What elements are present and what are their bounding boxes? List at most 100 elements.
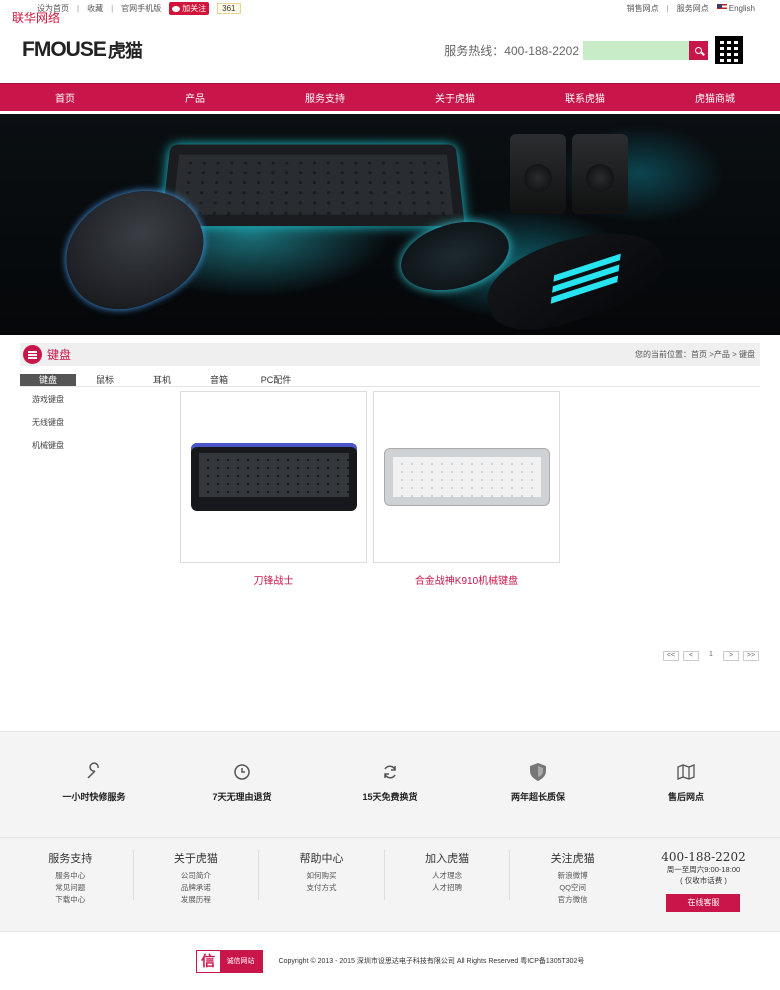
logo-text: FMOUSE bbox=[22, 38, 107, 61]
footer-link[interactable]: 官方微信 bbox=[510, 894, 635, 906]
tab-mouse[interactable]: 鼠标 bbox=[77, 374, 133, 386]
footer-link[interactable]: 新浪微博 bbox=[510, 870, 635, 882]
tab-headset[interactable]: 耳机 bbox=[134, 374, 190, 386]
footer-link[interactable]: 人才招聘 bbox=[385, 882, 510, 894]
product-card[interactable]: 合金战神K910机械键盘 bbox=[373, 391, 560, 587]
feature-item[interactable]: 一小时快修服务 bbox=[24, 760, 164, 837]
footer-charge-note: ( 仅收市话费 ) bbox=[680, 876, 727, 885]
footer-column-follow: 关注虎猫 新浪微博 QQ空间 官方微信 bbox=[510, 850, 635, 904]
nav-item-support[interactable]: 服务支持 bbox=[260, 90, 390, 105]
feature-label: 15天免费换货 bbox=[362, 792, 418, 802]
footer-column-join: 加入虎猫 人才理念 人才招聘 bbox=[385, 850, 511, 900]
divider: | bbox=[111, 4, 114, 13]
service-features: 一小时快修服务 7天无理由退货 15天免费换货 两年超长质保 售后网点 bbox=[0, 731, 780, 837]
tab-keyboard[interactable]: 键盘 bbox=[20, 374, 76, 386]
footer-link[interactable]: 常见问题 bbox=[8, 882, 133, 894]
category-tabs: 键盘 鼠标 耳机 音箱 PC配件 bbox=[20, 374, 760, 387]
footer-column-title: 服务支持 bbox=[48, 853, 93, 865]
main-nav: 首页 产品 服务支持 关于虎猫 联系虎猫 虎猫商城 bbox=[0, 83, 780, 111]
banner-mouse-image bbox=[477, 213, 673, 335]
footer-link[interactable]: 如何购买 bbox=[259, 870, 384, 882]
footer-link[interactable]: 发展历程 bbox=[134, 894, 259, 906]
nav-item-mall[interactable]: 虎猫商城 bbox=[650, 90, 780, 105]
feature-item[interactable]: 7天无理由退货 bbox=[172, 760, 312, 837]
banner-speaker-image bbox=[510, 134, 566, 214]
current-page[interactable]: 1 bbox=[703, 651, 719, 661]
english-label: English bbox=[728, 4, 755, 13]
nav-item-home[interactable]: 首页 bbox=[0, 90, 130, 105]
shield-icon bbox=[468, 760, 608, 784]
sales-outlets-link[interactable]: 销售网点 bbox=[627, 3, 659, 14]
nav-item-contact[interactable]: 联系虎猫 bbox=[520, 90, 650, 105]
mobile-site-link[interactable]: 官网手机版 bbox=[121, 3, 161, 14]
tab-speaker[interactable]: 音箱 bbox=[191, 374, 247, 386]
favorite-link[interactable]: 收藏 bbox=[87, 3, 103, 14]
copyright-text: Copyright © 2013 - 2015 深圳市设思达电子科技有限公司 A… bbox=[278, 958, 585, 965]
prev-page-button[interactable]: < bbox=[683, 651, 699, 661]
tab-pc-accessories[interactable]: PC配件 bbox=[248, 374, 304, 386]
trust-icon: 信 bbox=[196, 950, 220, 972]
banner-speaker-image bbox=[572, 134, 628, 214]
subcategory-wireless-keyboard[interactable]: 无线键盘 bbox=[32, 417, 64, 440]
feature-item[interactable]: 售后网点 bbox=[616, 760, 756, 837]
watermark-text: 联华网络 bbox=[12, 11, 61, 25]
product-image[interactable] bbox=[180, 391, 367, 563]
online-service-button[interactable]: 在线客服 bbox=[666, 894, 741, 912]
copyright-bar: 信 诚信网站 Copyright © 2013 - 2015 深圳市设思达电子科… bbox=[0, 931, 780, 990]
section-header: 键盘 您的当前位置：首页 >产品 > 键盘 bbox=[20, 343, 760, 366]
footer-link[interactable]: 支付方式 bbox=[259, 882, 384, 894]
pagination: << < 1 > >> bbox=[663, 651, 759, 661]
subcategory-mechanical-keyboard[interactable]: 机械键盘 bbox=[32, 440, 64, 463]
footer-hours: 周一至周六9:00-18:00 bbox=[666, 865, 741, 874]
footer-link[interactable]: 人才理念 bbox=[385, 870, 510, 882]
footer-link[interactable]: 公司简介 bbox=[134, 870, 259, 882]
weibo-follow-label: 加关注 bbox=[182, 4, 207, 13]
nav-item-about[interactable]: 关于虎猫 bbox=[390, 90, 520, 105]
trust-site-badge[interactable]: 信 诚信网站 bbox=[195, 949, 263, 973]
product-image[interactable] bbox=[373, 391, 560, 563]
footer-column-title: 加入虎猫 bbox=[425, 853, 470, 865]
logo[interactable]: FMOUSE 虎猫 bbox=[22, 37, 143, 63]
product-card[interactable]: 刀锋战士 bbox=[180, 391, 367, 587]
nav-item-products[interactable]: 产品 bbox=[130, 90, 260, 105]
footer-link[interactable]: 服务中心 bbox=[8, 870, 133, 882]
footer-link[interactable]: 品牌承诺 bbox=[134, 882, 259, 894]
footer-column-title: 关于虎猫 bbox=[173, 853, 218, 865]
feature-label: 售后网点 bbox=[667, 792, 704, 802]
footer-link[interactable]: 下载中心 bbox=[8, 894, 133, 906]
wrench-icon bbox=[24, 760, 164, 784]
banner-keyboard-image bbox=[161, 144, 465, 227]
top-bar: 设为首页 | 收藏 | 官网手机版 加关注 361 销售网点 | 服务网点 En… bbox=[0, 0, 780, 17]
first-page-button[interactable]: << bbox=[663, 651, 679, 661]
product-name[interactable]: 合金战神K910机械键盘 bbox=[373, 572, 560, 587]
breadcrumb: 您的当前位置：首页 >产品 > 键盘 bbox=[634, 350, 755, 359]
footer: 服务支持 服务中心 常见问题 下载中心 关于虎猫 公司简介 品牌承诺 发展历程 … bbox=[0, 837, 780, 931]
footer-column-title: 帮助中心 bbox=[299, 853, 344, 865]
map-icon bbox=[616, 760, 756, 784]
english-link[interactable]: English bbox=[716, 4, 755, 13]
feature-item[interactable]: 两年超长质保 bbox=[468, 760, 608, 837]
refresh-icon bbox=[320, 760, 460, 784]
search-input[interactable] bbox=[583, 40, 689, 60]
subcategory-gaming-keyboard[interactable]: 游戏键盘 bbox=[32, 394, 64, 417]
feature-label: 7天无理由退货 bbox=[212, 792, 272, 802]
product-name[interactable]: 刀锋战士 bbox=[180, 572, 367, 587]
feature-item[interactable]: 15天免费换货 bbox=[320, 760, 460, 837]
footer-link[interactable]: QQ空间 bbox=[510, 882, 635, 894]
search-icon bbox=[695, 46, 702, 54]
next-page-button[interactable]: > bbox=[723, 651, 739, 661]
weibo-icon bbox=[172, 5, 181, 12]
feature-label: 两年超长质保 bbox=[510, 792, 565, 802]
black-keyboard-image bbox=[190, 443, 357, 511]
hero-banner[interactable] bbox=[0, 114, 780, 335]
search-button[interactable] bbox=[689, 40, 708, 60]
divider: | bbox=[666, 4, 669, 13]
service-outlets-link[interactable]: 服务网点 bbox=[677, 3, 709, 14]
weibo-follow-button[interactable]: 加关注 bbox=[169, 2, 210, 15]
footer-column-help: 帮助中心 如何购买 支付方式 bbox=[259, 850, 385, 900]
footer-column-about: 关于虎猫 公司简介 品牌承诺 发展历程 bbox=[134, 850, 260, 904]
last-page-button[interactable]: >> bbox=[743, 651, 759, 661]
section-title: 键盘 bbox=[47, 348, 72, 362]
header: FMOUSE 虎猫 服务热线：400-188-2202 bbox=[0, 17, 780, 83]
footer-contact: 400-188-2202 周一至周六9:00-18:00 ( 仅收市话费 ) 在… bbox=[635, 850, 772, 931]
